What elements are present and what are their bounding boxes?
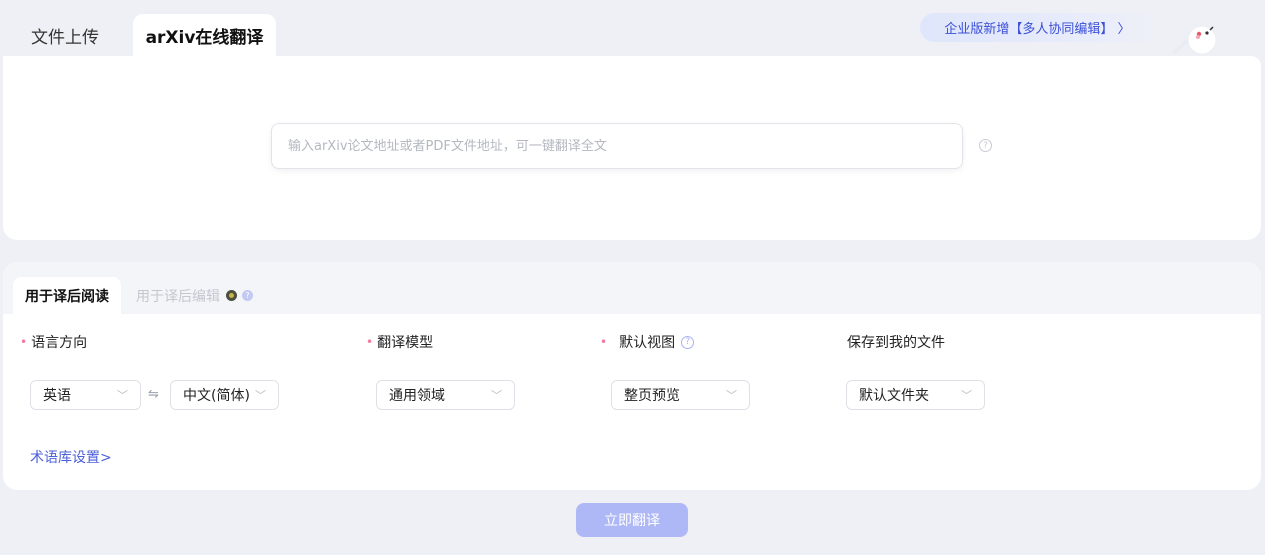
premium-badge-icon <box>226 290 237 301</box>
tab-post-edit-label: 用于译后编辑 <box>136 288 220 305</box>
swap-languages-icon[interactable]: ⇋ <box>148 387 159 402</box>
chevron-down-icon: ﹀ <box>726 389 737 402</box>
required-mark: • <box>20 335 28 349</box>
save-to-label: 保存到我的文件 <box>847 333 945 351</box>
source-language-value: 英语 <box>43 388 71 404</box>
glossary-settings-link[interactable]: 术语库设置> <box>30 447 112 467</box>
required-mark: • <box>600 335 608 349</box>
chevron-down-icon: ﹀ <box>491 389 502 402</box>
default-view-label: • 默认视图 ? <box>600 333 695 351</box>
chevron-down-icon: ﹀ <box>255 389 266 402</box>
model-value: 通用领域 <box>389 388 445 404</box>
view-select[interactable]: 整页预览 ﹀ <box>611 380 750 410</box>
language-direction-text: 语言方向 <box>31 335 88 351</box>
target-language-value: 中文(简体) <box>183 388 250 404</box>
question-icon[interactable]: ? <box>979 139 992 152</box>
folder-select[interactable]: 默认文件夹 ﹀ <box>846 380 985 410</box>
model-text: 翻译模型 <box>377 335 434 351</box>
enterprise-promo-banner[interactable]: 企业版新增【多人协同编辑】 〉 <box>920 13 1155 42</box>
question-icon[interactable]: ? <box>242 290 253 301</box>
tab-post-edit[interactable]: 用于译后编辑 ? <box>136 277 253 314</box>
target-language-select[interactable]: 中文(简体) ﹀ <box>170 380 279 410</box>
save-to-text: 保存到我的文件 <box>847 335 945 351</box>
model-select[interactable]: 通用领域 ﹀ <box>376 380 515 410</box>
promo-label: 企业版新增【多人协同编辑】 〉 <box>944 22 1131 37</box>
required-mark: • <box>366 335 374 349</box>
chevron-down-icon: ﹀ <box>961 389 972 402</box>
chevron-down-icon: ﹀ <box>117 389 128 402</box>
question-icon[interactable]: ? <box>681 335 695 349</box>
default-view-text: 默认视图 <box>619 335 676 351</box>
model-label: • 翻译模型 <box>366 333 433 351</box>
tab-file-upload[interactable]: 文件上传 <box>10 14 120 56</box>
tab-post-read[interactable]: 用于译后阅读 <box>13 277 121 314</box>
view-value: 整页预览 <box>624 388 680 404</box>
arxiv-url-input[interactable] <box>271 123 963 169</box>
source-language-select[interactable]: 英语 ﹀ <box>30 380 141 410</box>
language-direction-label: • 语言方向 <box>20 333 87 351</box>
tab-arxiv-translate[interactable]: arXiv在线翻译 <box>133 14 276 56</box>
folder-value: 默认文件夹 <box>859 388 929 404</box>
mascot-icon <box>1172 16 1232 56</box>
translate-now-button[interactable]: 立即翻译 <box>576 503 688 537</box>
